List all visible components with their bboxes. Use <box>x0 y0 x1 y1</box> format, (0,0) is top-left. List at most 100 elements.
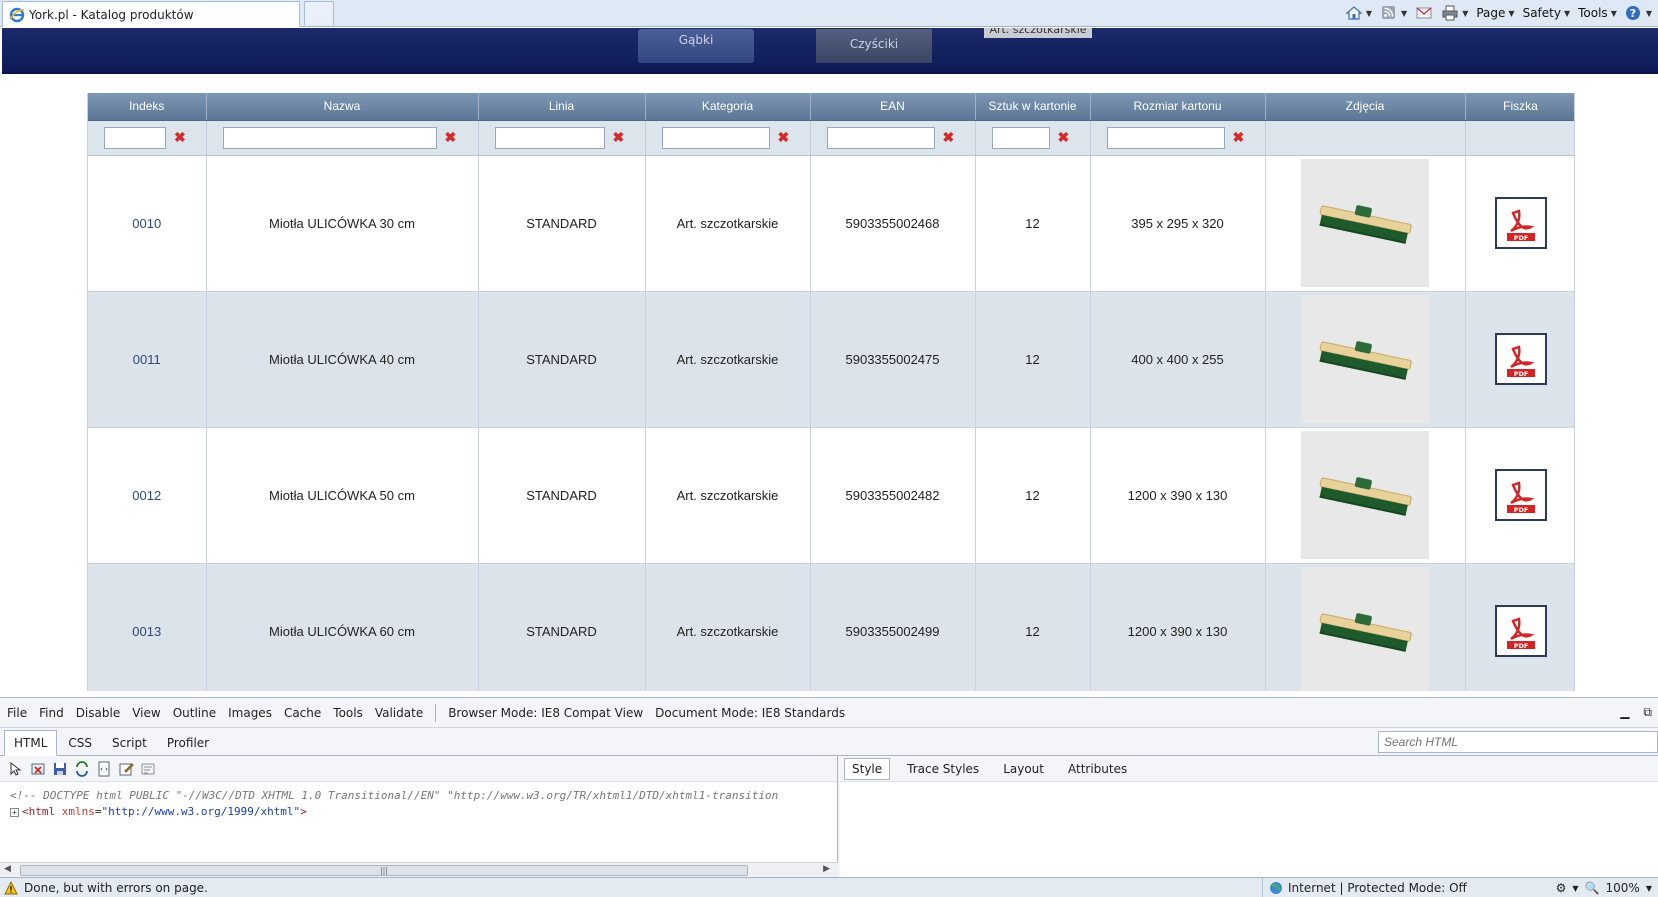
tree-node-doctype[interactable]: <!-- DOCTYPE html PUBLIC "-//W3C//DTD XH… <box>10 788 827 804</box>
product-index-link[interactable]: 0012 <box>132 488 161 503</box>
safety-menu-label: Safety <box>1522 6 1561 20</box>
subtab-layout[interactable]: Layout <box>996 759 1051 779</box>
column-header-box-size[interactable]: Rozmiar kartonu <box>1090 93 1266 121</box>
column-header-category[interactable]: Kategoria <box>645 93 811 121</box>
tools-menu[interactable]: Tools ▼ <box>1578 6 1617 20</box>
table-row[interactable]: 0012 Miotła ULICÓWKA 50 cm STANDARD Art. sz… <box>88 427 1574 564</box>
product-index-link[interactable]: 0010 <box>132 216 161 231</box>
filter-name-input[interactable] <box>222 126 437 149</box>
horizontal-scrollbar[interactable]: ◀ ||| ▶ <box>0 862 838 878</box>
mail-button[interactable] <box>1415 5 1433 21</box>
table-row[interactable]: 0013 Miotła ULICÓWKA 60 cm STANDARD Art. sz… <box>88 563 1574 691</box>
new-tab-button[interactable] <box>304 1 334 25</box>
page-menu[interactable]: Page ▼ <box>1476 6 1514 20</box>
tab-html[interactable]: HTML <box>4 730 58 756</box>
clear-filter-icon[interactable]: ✖ <box>174 129 186 146</box>
chevron-down-icon[interactable]: ▼ <box>1366 9 1372 18</box>
tab-profiler[interactable]: Profiler <box>158 731 218 755</box>
tab-script[interactable]: Script <box>103 731 156 755</box>
subtab-trace-styles[interactable]: Trace Styles <box>900 759 986 779</box>
minimize-icon[interactable]: ▁ <box>1620 705 1629 720</box>
devtools-menu-file[interactable]: File <box>7 706 27 720</box>
refresh-icon[interactable] <box>74 760 90 777</box>
product-ean: 5903355002475 <box>810 291 976 428</box>
scroll-right-icon[interactable]: ▶ <box>823 864 830 874</box>
category-tab-cleaners[interactable]: Czyściki <box>816 29 932 63</box>
column-header-pcs-per-box[interactable]: Sztuk w kartonie <box>975 93 1091 121</box>
clear-filter-icon[interactable]: ✖ <box>1233 129 1245 146</box>
devtools-menu-tools[interactable]: Tools <box>333 706 363 720</box>
select-element-icon[interactable] <box>8 761 24 777</box>
table-row[interactable]: 0011 Miotła ULICÓWKA 40 cm STANDARD Art. sz… <box>88 291 1574 428</box>
chevron-down-icon[interactable]: ▼ <box>1462 9 1468 18</box>
word-wrap-icon[interactable] <box>140 761 156 777</box>
print-button[interactable]: ▼ <box>1441 5 1468 21</box>
tab-css[interactable]: CSS <box>59 731 101 755</box>
devtools-menu-view[interactable]: View <box>132 706 160 720</box>
clear-filter-icon[interactable]: ✖ <box>1058 129 1070 146</box>
scrollbar-thumb[interactable]: ||| <box>20 865 748 876</box>
edit-icon[interactable] <box>118 761 134 777</box>
clear-browser-icon[interactable] <box>30 761 46 777</box>
html-toolbar <box>0 756 837 782</box>
product-sheet-pdf-button[interactable]: PDF <box>1494 605 1547 657</box>
column-header-index[interactable]: Indeks <box>88 93 207 121</box>
product-index-link[interactable]: 0013 <box>132 624 161 639</box>
column-header-name[interactable]: Nazwa <box>206 93 479 121</box>
home-button[interactable]: ▼ <box>1345 5 1372 21</box>
product-sheet-pdf-button[interactable]: PDF <box>1494 333 1547 385</box>
clear-filter-icon[interactable]: ✖ <box>778 129 790 146</box>
filter-category-input[interactable] <box>661 126 770 149</box>
browser-tab-active[interactable]: York.pl - Katalog produktów <box>2 1 300 27</box>
help-button[interactable]: ? ▼ <box>1625 5 1652 21</box>
clear-filter-icon[interactable]: ✖ <box>613 129 625 146</box>
category-tab-sponges[interactable]: Gąbki <box>638 29 754 63</box>
clear-filter-icon[interactable]: ✖ <box>943 129 955 146</box>
product-index-link[interactable]: 0011 <box>133 352 161 367</box>
product-photo[interactable] <box>1301 295 1429 423</box>
pdf-icon: PDF <box>1503 477 1538 514</box>
table-row[interactable]: 0010 Miotła ULICÓWKA 30 cm STANDARD Art. sz… <box>88 155 1574 292</box>
safety-menu[interactable]: Safety ▼ <box>1523 6 1571 20</box>
column-header-ean[interactable]: EAN <box>810 93 976 121</box>
filter-line-input[interactable] <box>494 126 605 149</box>
product-photo[interactable] <box>1301 567 1429 691</box>
devtools-menu-find[interactable]: Find <box>39 706 64 720</box>
devtools-menu-disable[interactable]: Disable <box>76 706 121 720</box>
undock-icon[interactable]: ⧉ <box>1643 705 1652 720</box>
scroll-left-icon[interactable]: ◀ <box>4 864 11 874</box>
filter-index-input[interactable] <box>104 126 166 149</box>
expand-icon[interactable]: + <box>10 808 19 817</box>
tree-node-html[interactable]: + <html xmlns="http://www.w3.org/1999/xht… <box>10 804 827 820</box>
filter-ean-input[interactable] <box>826 126 935 149</box>
clear-filter-icon[interactable]: ✖ <box>445 129 457 146</box>
product-photo[interactable] <box>1301 431 1429 559</box>
devtools-menu-cache[interactable]: Cache <box>284 706 321 720</box>
column-header-line[interactable]: Linia <box>478 93 646 121</box>
search-html-input[interactable] <box>1378 731 1658 753</box>
chevron-down-icon[interactable]: ▼ <box>1646 884 1652 893</box>
devtools-menu-outline[interactable]: Outline <box>173 706 216 720</box>
subtab-attributes[interactable]: Attributes <box>1061 759 1134 779</box>
chevron-down-icon[interactable]: ▼ <box>1572 884 1578 893</box>
browser-mode-menu[interactable]: Browser Mode: IE8 Compat View <box>448 706 643 720</box>
security-zone[interactable]: Internet | Protected Mode: Off <box>1262 878 1467 897</box>
subtab-style[interactable]: Style <box>844 757 891 780</box>
category-tab-brushes[interactable]: Art. szczotkarskie <box>984 28 1092 38</box>
dom-page-icon[interactable] <box>96 761 112 777</box>
product-photo[interactable] <box>1301 159 1429 287</box>
zoom-control[interactable]: ⚙ ▼ 🔍 100% ▼ <box>1556 878 1652 897</box>
chevron-down-icon[interactable]: ▼ <box>1401 9 1407 18</box>
filter-pcs-input[interactable] <box>991 126 1050 149</box>
popup-blocker-icon[interactable]: ⚙ <box>1556 881 1567 895</box>
status-message[interactable]: Done, but with errors on page. <box>4 880 208 895</box>
product-sheet-pdf-button[interactable]: PDF <box>1494 469 1547 521</box>
devtools-menu-validate[interactable]: Validate <box>375 706 423 720</box>
product-pcs-per-box: 12 <box>975 291 1091 428</box>
devtools-menu-images[interactable]: Images <box>228 706 272 720</box>
filter-box-size-input[interactable] <box>1106 126 1225 149</box>
document-mode-menu[interactable]: Document Mode: IE8 Standards <box>655 706 845 720</box>
save-icon[interactable] <box>52 761 68 777</box>
product-sheet-pdf-button[interactable]: PDF <box>1494 197 1547 249</box>
feeds-button[interactable]: ▼ <box>1380 5 1407 21</box>
